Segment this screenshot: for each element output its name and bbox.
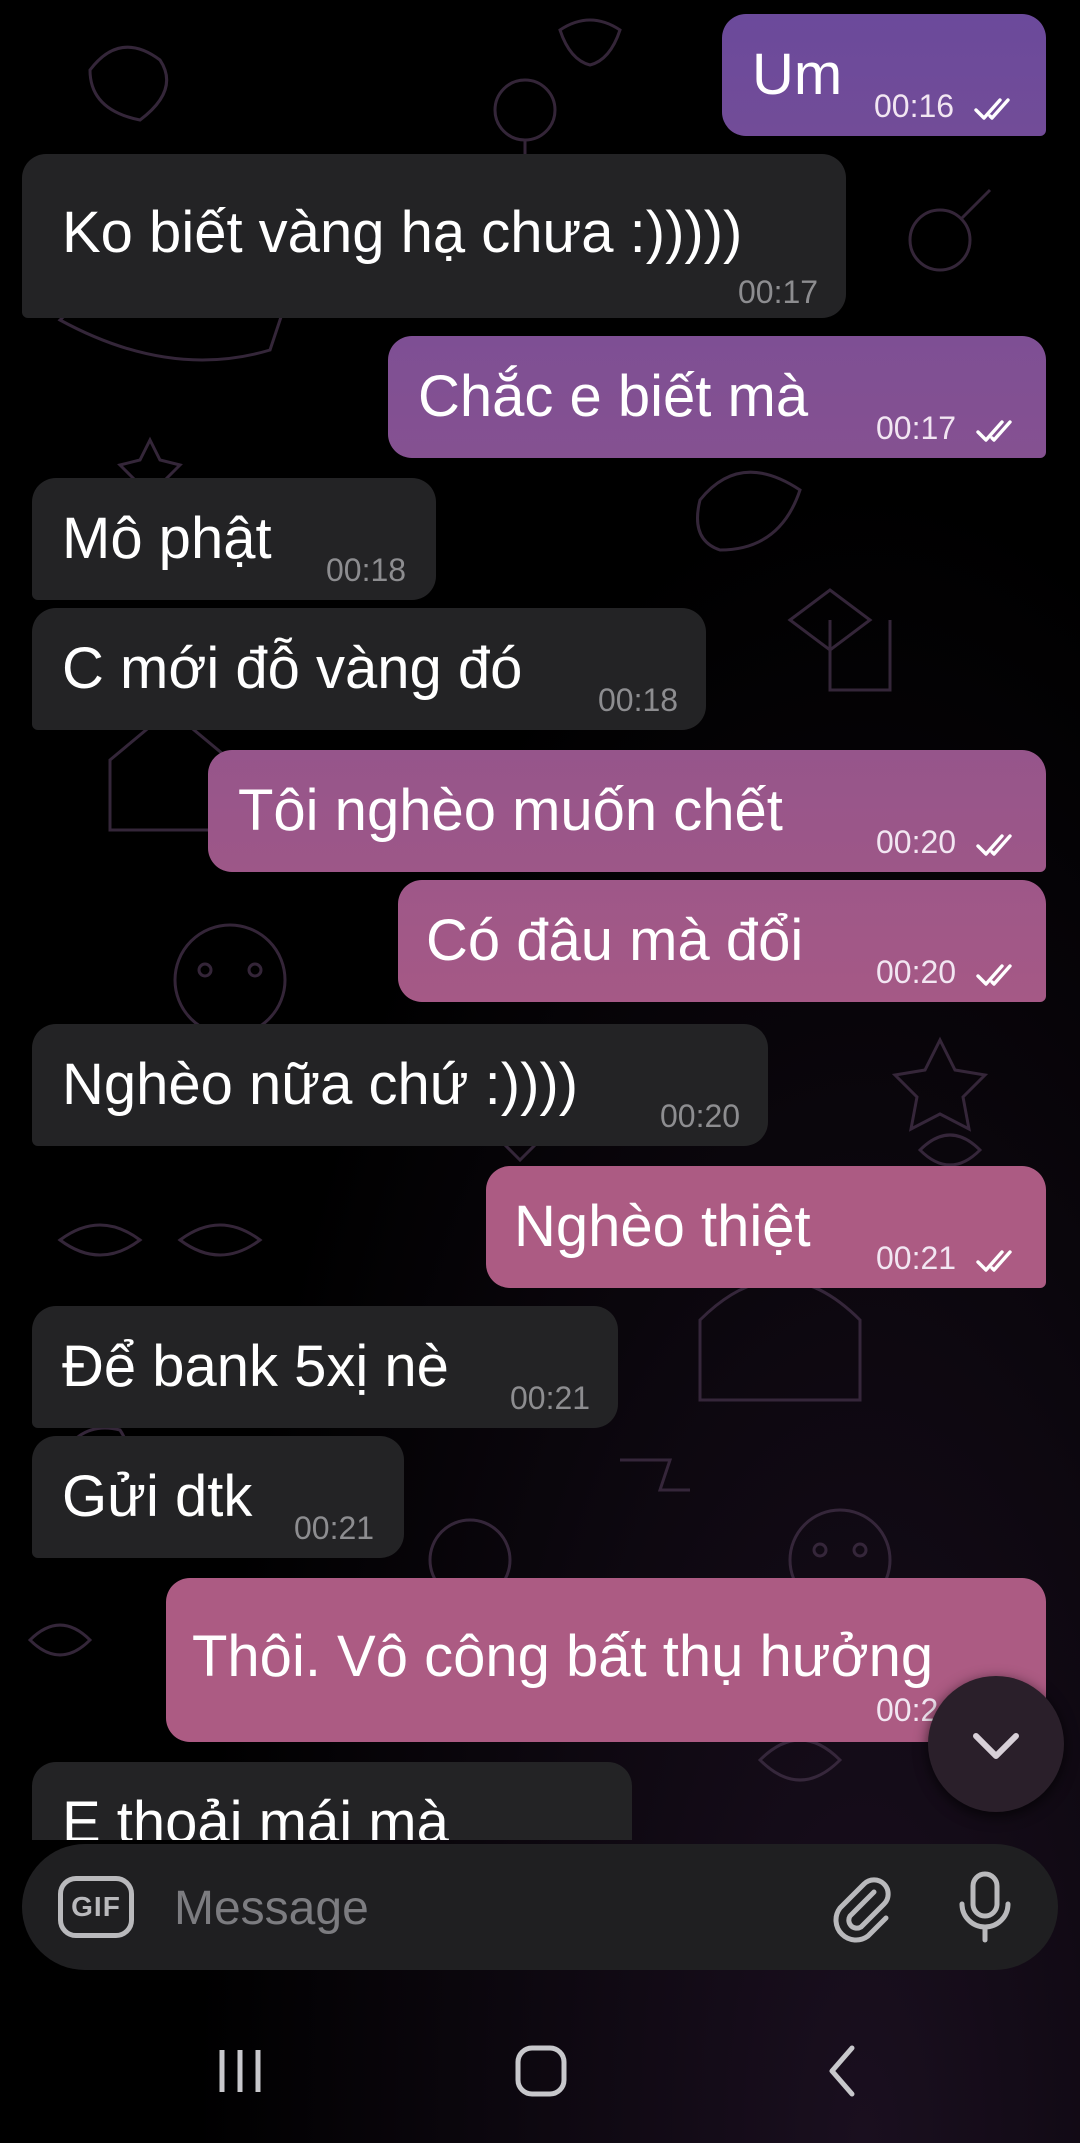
message-time: 00:21 [294,1510,375,1546]
incoming-message[interactable]: Nghèo nữa chứ :)))) 00:20 [32,1024,768,1146]
attach-button[interactable] [822,1868,902,1948]
chat-screen: Um 00:16 Ko biết vàng hạ chưa :))))) 00:17 C… [0,0,1080,2143]
gif-icon[interactable]: GIF [58,1876,134,1938]
message-text: Chắc e biết mà [418,364,809,429]
message-text: C mới đỗ vàng đó [62,636,523,701]
message-time: 00:20 [660,1098,741,1134]
message-time: 00:20 [876,824,957,860]
message-time: 00:20 [876,954,957,990]
double-check-icon [974,98,1010,120]
incoming-message[interactable]: Để bank 5xị nè 00:21 [32,1306,618,1428]
message-time: 00:17 [876,410,957,446]
message-input[interactable] [172,1872,816,1944]
incoming-message[interactable]: C mới đỗ vàng đó 00:18 [32,608,706,730]
message-text: Có đâu mà đổi [426,908,804,973]
incoming-message[interactable]: Ko biết vàng hạ chưa :))))) 00:17 [22,154,846,318]
outgoing-message[interactable]: Chắc e biết mà 00:17 [388,336,1046,458]
double-check-icon [976,834,1012,856]
message-time: 00:21 [510,1380,591,1416]
message-time: 00:21 [876,1240,957,1276]
recent-apps-icon [219,2050,261,2092]
recent-apps-button[interactable] [200,2036,280,2106]
chevron-down-icon [973,1733,1019,1759]
outgoing-message[interactable]: Um 00:16 [722,14,1046,136]
message-text: Thôi. Vô công bất thụ hưởng [192,1624,934,1689]
home-icon [515,2045,567,2097]
message-text: E thoải mái mà [62,1790,449,1841]
system-navigation-bar [0,2000,1080,2143]
mic-button[interactable] [942,1864,1028,1950]
incoming-message[interactable]: Mô phật 00:18 [32,478,436,600]
message-time: 00:16 [874,88,955,124]
message-time: 00:18 [326,552,407,588]
back-icon [829,2045,855,2097]
message-text: Nghèo thiệt [514,1194,811,1259]
double-check-icon [976,964,1012,986]
outgoing-message[interactable]: Nghèo thiệt 00:21 [486,1166,1046,1288]
message-text: Để bank 5xị nè [62,1334,449,1399]
message-text: Ko biết vàng hạ chưa :))))) [62,200,743,265]
message-time: 00:18 [598,682,679,718]
message-text: Um [752,42,843,107]
message-text: Nghèo nữa chứ :)))) [62,1052,579,1117]
message-list[interactable]: Um 00:16 Ko biết vàng hạ chưa :))))) 00:17 C… [0,0,1080,1840]
microphone-icon [959,1871,1011,1943]
message-composer: GIF [22,1844,1058,1970]
incoming-message[interactable]: E thoải mái mà 00:22 [32,1762,632,1840]
message-time: 00:17 [738,274,819,310]
message-text: Mô phật [62,506,272,571]
outgoing-message[interactable]: Có đâu mà đổi 00:20 [398,880,1046,1002]
outgoing-message[interactable]: Thôi. Vô công bất thụ hưởng 00:2 [166,1578,1046,1742]
message-text: Tôi nghèo muốn chết [238,778,783,843]
home-button[interactable] [502,2036,582,2106]
double-check-icon [976,1250,1012,1272]
incoming-message[interactable]: Gửi dtk 00:21 [32,1436,404,1558]
message-time: 00:22 [522,1838,602,1840]
paperclip-icon [833,1877,891,1943]
outgoing-message[interactable]: Tôi nghèo muốn chết 00:20 [208,750,1046,872]
back-button[interactable] [806,2036,886,2106]
scroll-down-button[interactable] [928,1676,1064,1812]
message-text: Gửi dtk [62,1464,253,1529]
double-check-icon [976,420,1012,442]
